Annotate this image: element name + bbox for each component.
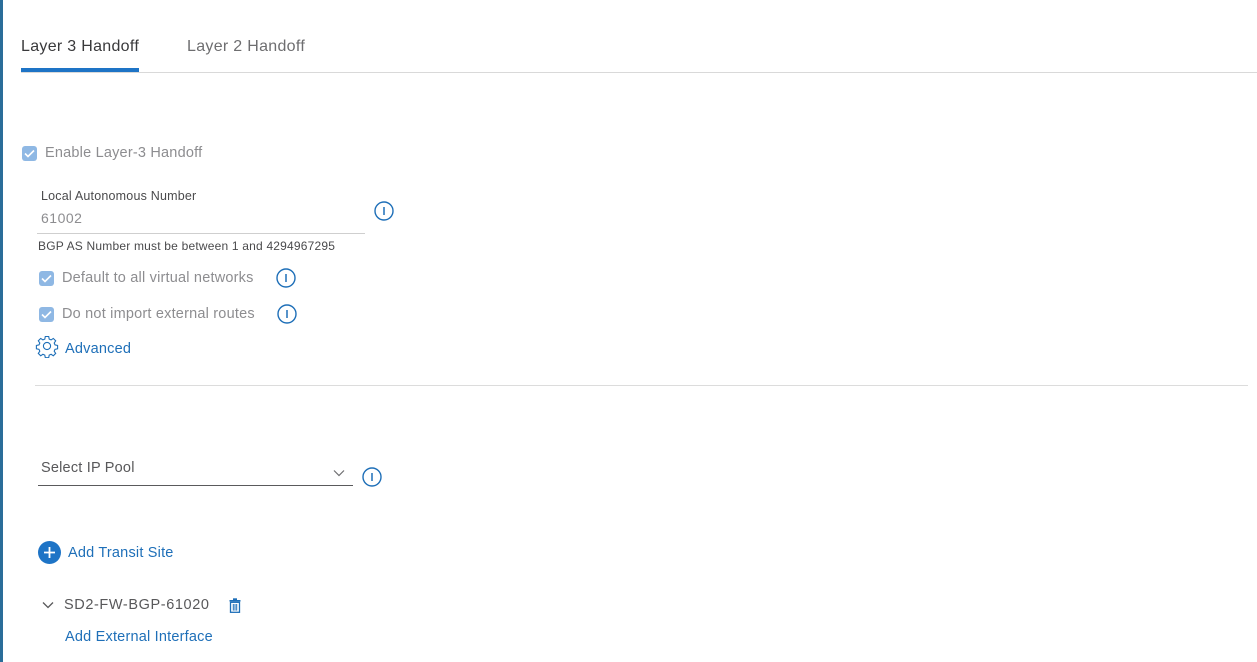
trash-icon[interactable] bbox=[229, 597, 241, 613]
info-icon[interactable] bbox=[277, 304, 297, 324]
local-as-underline bbox=[37, 233, 365, 234]
info-icon[interactable] bbox=[374, 201, 394, 221]
enable-layer3-checkbox[interactable]: Enable Layer-3 Handoff bbox=[22, 145, 202, 161]
add-external-interface-link[interactable]: Add External Interface bbox=[65, 629, 213, 645]
chevron-down-icon[interactable] bbox=[42, 601, 54, 609]
chevron-down-icon bbox=[333, 464, 345, 482]
no-import-routes-checkbox[interactable]: Do not import external routes bbox=[39, 306, 255, 322]
handoff-tabs: Layer 3 Handoff Layer 2 Handoff bbox=[21, 36, 1257, 73]
tab-layer2-handoff[interactable]: Layer 2 Handoff bbox=[187, 36, 305, 71]
ip-pool-placeholder: Select IP Pool bbox=[41, 460, 135, 476]
enable-layer3-label: Enable Layer-3 Handoff bbox=[45, 145, 203, 161]
add-transit-site-label: Add Transit Site bbox=[68, 544, 174, 561]
add-transit-site-button[interactable]: Add Transit Site bbox=[38, 541, 174, 564]
default-all-vn-label: Default to all virtual networks bbox=[62, 270, 254, 286]
checkbox-checked-icon bbox=[39, 306, 54, 322]
local-as-label: Local Autonomous Number bbox=[41, 189, 197, 203]
gear-icon bbox=[35, 334, 59, 363]
plus-icon bbox=[38, 541, 61, 564]
tab-layer3-handoff[interactable]: Layer 3 Handoff bbox=[21, 36, 140, 72]
checkbox-checked-icon bbox=[22, 145, 37, 161]
info-icon[interactable] bbox=[362, 467, 382, 487]
advanced-label: Advanced bbox=[65, 340, 132, 357]
checkbox-checked-icon bbox=[39, 270, 54, 286]
local-as-help: BGP AS Number must be between 1 and 4294… bbox=[38, 239, 336, 253]
ip-pool-select[interactable]: Select IP Pool bbox=[38, 457, 353, 486]
transit-site-name: SD2-FW-BGP-61020 bbox=[64, 597, 210, 613]
advanced-link[interactable]: Advanced bbox=[35, 334, 131, 363]
transit-site-row: SD2-FW-BGP-61020 bbox=[42, 597, 241, 613]
left-border bbox=[0, 0, 3, 662]
local-as-input[interactable]: 61002 bbox=[41, 210, 82, 226]
info-icon[interactable] bbox=[276, 268, 296, 288]
no-import-routes-label: Do not import external routes bbox=[62, 306, 255, 322]
section-divider bbox=[35, 385, 1248, 386]
default-all-vn-checkbox[interactable]: Default to all virtual networks bbox=[39, 270, 254, 286]
